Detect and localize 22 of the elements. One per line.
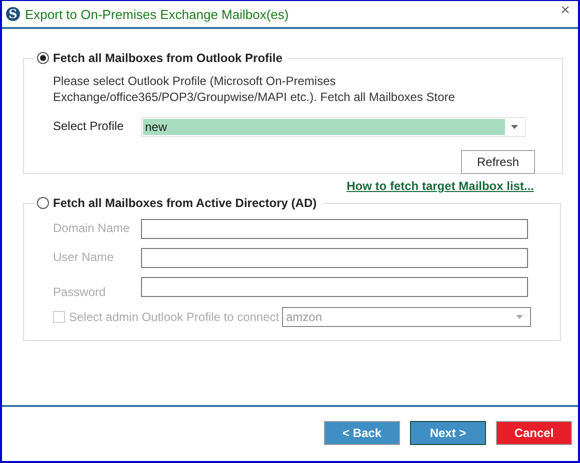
caret-icon bbox=[516, 315, 523, 319]
help-link[interactable]: How to fetch target Mailbox list... bbox=[346, 179, 534, 193]
input-field[interactable] bbox=[141, 277, 528, 297]
refresh-button[interactable]: Refresh bbox=[461, 150, 535, 174]
radio-button[interactable] bbox=[37, 52, 49, 64]
input-field[interactable] bbox=[141, 219, 528, 239]
caret-icon bbox=[511, 125, 518, 129]
field-label: Domain Name bbox=[53, 220, 131, 235]
app-logo: S bbox=[6, 7, 20, 21]
field-label: User Name bbox=[53, 249, 115, 264]
field-label: Select Profile bbox=[53, 118, 125, 133]
next-button[interactable]: Next > bbox=[410, 421, 486, 445]
input-field[interactable] bbox=[141, 248, 528, 268]
field-label: Password bbox=[53, 284, 107, 299]
close-button[interactable]: × bbox=[556, 2, 574, 20]
description-text: Please select Outlook Profile (Microsoft On-Premises Exchange/office365/POP3/Groupwise/MAPI etc.). Fetch all Mailboxes Store bbox=[53, 73, 456, 105]
option-label[interactable]: Fetch all Mailboxes from Outlook Profile bbox=[53, 51, 282, 65]
back-button[interactable]: < Back bbox=[324, 421, 400, 445]
checkbox-label: Select admin Outlook Profile to connect bbox=[69, 310, 280, 324]
profile-dropdown[interactable]: new bbox=[141, 117, 526, 137]
cancel-button[interactable]: Cancel bbox=[496, 421, 572, 445]
window-title: Export to On-Premises Exchange Mailbox(es) bbox=[25, 6, 290, 22]
